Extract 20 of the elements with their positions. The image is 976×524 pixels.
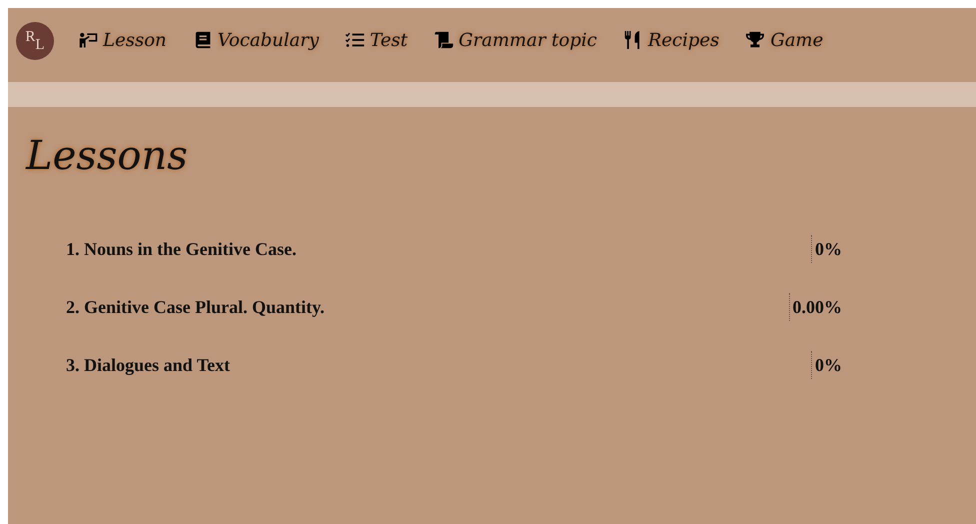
nav-link[interactable]: Recipes xyxy=(622,30,720,50)
progress-percent: 0.00% xyxy=(788,293,842,321)
page-title: Lessons xyxy=(26,133,189,179)
lesson-title[interactable]: 1. Nouns in the Genitive Case. xyxy=(66,238,297,260)
progress-percent: 0% xyxy=(811,235,842,263)
progress-percent: 0% xyxy=(811,351,842,379)
checklist-icon xyxy=(344,31,365,49)
nav-link[interactable]: Lesson xyxy=(78,30,167,50)
lesson-title[interactable]: 2. Genitive Case Plural. Quantity. xyxy=(66,296,324,318)
nav-link[interactable]: Game xyxy=(745,30,824,50)
nav-link[interactable]: Vocabulary xyxy=(192,30,319,50)
teacher-icon xyxy=(78,31,98,49)
nav-link[interactable]: Grammar topic xyxy=(434,30,597,50)
scroll-icon xyxy=(434,31,454,49)
trophy-icon xyxy=(745,31,766,49)
logo-letter: R xyxy=(25,29,36,46)
logo-badge[interactable]: RL xyxy=(16,22,54,60)
logo-letter: L xyxy=(35,36,45,54)
nav-link[interactable]: Test xyxy=(344,30,408,50)
lesson-title[interactable]: 3. Dialogues and Text xyxy=(66,354,230,376)
